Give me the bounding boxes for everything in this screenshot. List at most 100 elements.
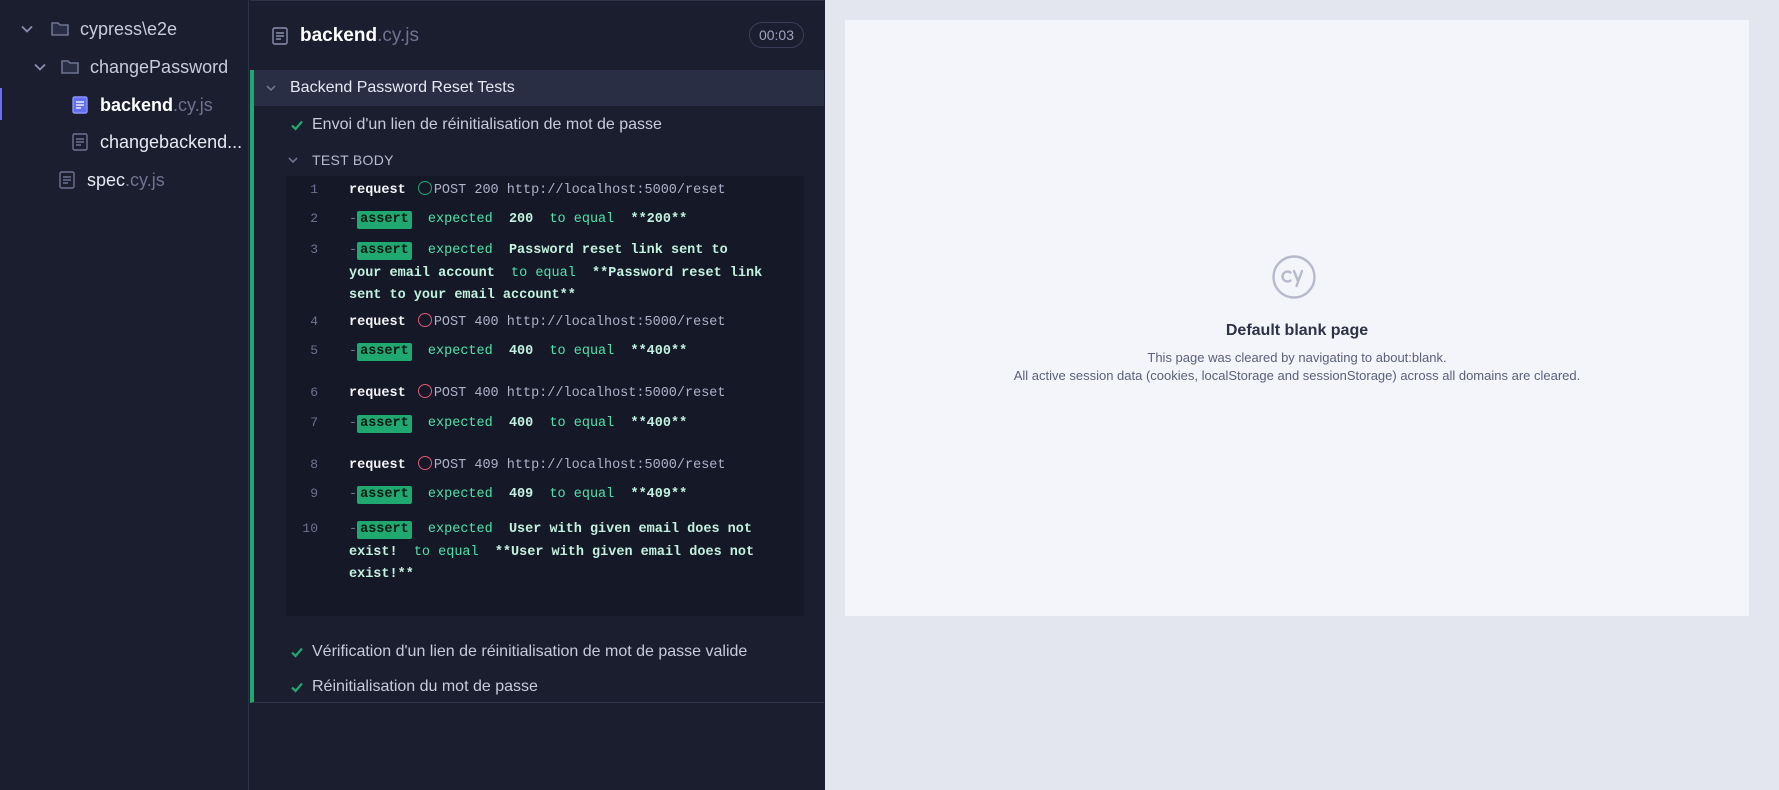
status-circle-icon xyxy=(417,181,432,195)
file-ext: .cy.js xyxy=(173,94,213,115)
test-body-toggle[interactable]: TEST BODY xyxy=(284,150,394,170)
reporter-panel: backend .cy.js 00:03 Backend Password Res… xyxy=(250,0,824,790)
nest-dash: - xyxy=(349,522,358,537)
test-body-label: TEST BODY xyxy=(312,152,394,168)
assert-operator: to equal xyxy=(549,416,615,431)
aut-iframe: Default blank page This page was cleared… xyxy=(845,20,1749,616)
command-number: 5 xyxy=(310,343,318,358)
assert-expected: sent to your email account** xyxy=(349,288,576,303)
file-row-backend[interactable]: backend .cy.js xyxy=(70,88,213,122)
command-name: request xyxy=(349,386,406,401)
request-method: POST xyxy=(433,183,467,198)
file-row-changebackend[interactable]: changebackend... xyxy=(70,125,242,159)
command-number: 2 xyxy=(310,211,318,226)
spec-file-ext: .cy.js xyxy=(377,25,419,46)
test-title: Réinitialisation du mot de passe xyxy=(312,678,538,695)
folder-row-e2e[interactable]: cypress\e2e xyxy=(18,12,177,46)
command-content: - assert expected 400 to equal **400** xyxy=(349,341,800,364)
file-name: spec xyxy=(87,169,126,190)
file-icon xyxy=(270,26,290,46)
command-name: request xyxy=(349,458,406,473)
assert-actual: 400 xyxy=(508,344,534,359)
assert-badge: assert xyxy=(357,521,412,539)
assert-expected-word: expected xyxy=(427,344,493,359)
file-name: changebackend... xyxy=(100,131,243,152)
command-number: 10 xyxy=(302,521,318,536)
command-log: 1 request POST 200 http://localhost:5000… xyxy=(286,176,804,616)
suite-header[interactable]: Backend Password Reset Tests xyxy=(254,70,824,106)
status-circle-icon xyxy=(417,313,432,327)
request-status: 400 xyxy=(474,386,499,401)
assert-badge: assert xyxy=(357,486,412,504)
command-content: - assert expected Password reset link sen… xyxy=(349,240,800,308)
command-content: request POST 400 http://localhost:5000/r… xyxy=(349,312,800,335)
assert-expected-word: expected xyxy=(427,487,493,502)
test-item[interactable]: Vérification d'un lien de réinitialisati… xyxy=(290,637,747,667)
duration-badge: 00:03 xyxy=(748,22,804,48)
request-url: http://localhost:5000/reset xyxy=(506,183,726,198)
assert-expected-word: expected xyxy=(427,522,493,537)
request-status: 400 xyxy=(474,315,499,330)
file-icon xyxy=(70,95,90,115)
command-name: request xyxy=(349,315,406,330)
chevron-down-icon xyxy=(284,151,302,169)
command-number: 7 xyxy=(310,415,318,430)
nest-dash: - xyxy=(349,212,358,227)
folder-row-changePassword[interactable]: changePassword xyxy=(31,50,228,84)
assert-expected-word: expected xyxy=(427,212,493,227)
suite-title: Backend Password Reset Tests xyxy=(290,79,515,96)
assert-actual: 409 xyxy=(508,487,534,502)
test-item[interactable]: Envoi d'un lien de réinitialisation de m… xyxy=(290,110,662,140)
command-number: 9 xyxy=(310,486,318,501)
blank-page-line: This page was cleared by navigating to a… xyxy=(1147,350,1447,365)
assert-expected: exist!** xyxy=(349,567,414,582)
assert-expected: **User with given email does not xyxy=(494,544,755,560)
assert-actual: Password reset link sent to xyxy=(508,243,728,258)
file-name: backend xyxy=(100,94,174,115)
assert-expected: **400** xyxy=(630,344,688,359)
assert-operator: to equal xyxy=(549,487,615,502)
assert-actual: 400 xyxy=(508,416,534,431)
assert-operator: to equal xyxy=(549,212,615,227)
assert-badge: assert xyxy=(357,343,412,361)
assert-actual: exist! xyxy=(349,544,398,560)
request-url: http://localhost:5000/reset xyxy=(506,315,726,330)
folder-label: cypress\e2e xyxy=(80,18,178,39)
chevron-down-icon xyxy=(31,58,49,76)
chevron-down-icon xyxy=(262,79,280,97)
command-content: request POST 200 http://localhost:5000/r… xyxy=(349,180,800,203)
check-icon xyxy=(290,645,312,659)
request-url: http://localhost:5000/reset xyxy=(506,458,726,473)
active-file-marker xyxy=(0,88,2,120)
assert-expected: **Password reset link xyxy=(592,265,763,281)
assert-actual: your email account xyxy=(349,265,495,281)
assert-badge: assert xyxy=(357,242,412,260)
chevron-down-icon xyxy=(18,20,36,38)
request-url: http://localhost:5000/reset xyxy=(506,386,726,401)
file-icon xyxy=(57,170,77,190)
test-suite: Backend Password Reset Tests Envoi d'un … xyxy=(250,70,824,703)
status-circle-icon xyxy=(417,384,432,398)
command-name: request xyxy=(349,183,406,198)
assert-operator: to equal xyxy=(511,265,576,281)
nest-dash: - xyxy=(349,344,358,359)
file-row-spec[interactable]: spec .cy.js xyxy=(57,163,165,197)
blank-page-line: All active session data (cookies, localS… xyxy=(1013,368,1581,383)
test-item[interactable]: Réinitialisation du mot de passe xyxy=(290,672,538,702)
request-status: 200 xyxy=(474,183,499,198)
request-method: POST xyxy=(433,386,467,401)
command-content: request POST 409 http://localhost:5000/r… xyxy=(349,455,800,478)
nest-dash: - xyxy=(349,243,358,258)
status-circle-icon xyxy=(417,456,432,470)
test-title: Envoi d'un lien de réinitialisation de m… xyxy=(312,116,662,133)
app-preview: Default blank page This page was cleared… xyxy=(825,0,1779,790)
command-number: 3 xyxy=(310,242,318,257)
check-icon xyxy=(290,680,312,694)
command-content: - assert expected 400 to equal **400** xyxy=(349,413,800,436)
check-icon xyxy=(290,118,312,132)
command-content: request POST 400 http://localhost:5000/r… xyxy=(349,383,800,406)
assert-expected: **200** xyxy=(630,212,688,227)
assert-actual: User with given email does not xyxy=(508,522,752,537)
spec-header: backend .cy.js 00:03 xyxy=(250,0,824,70)
command-number: 6 xyxy=(310,385,318,400)
